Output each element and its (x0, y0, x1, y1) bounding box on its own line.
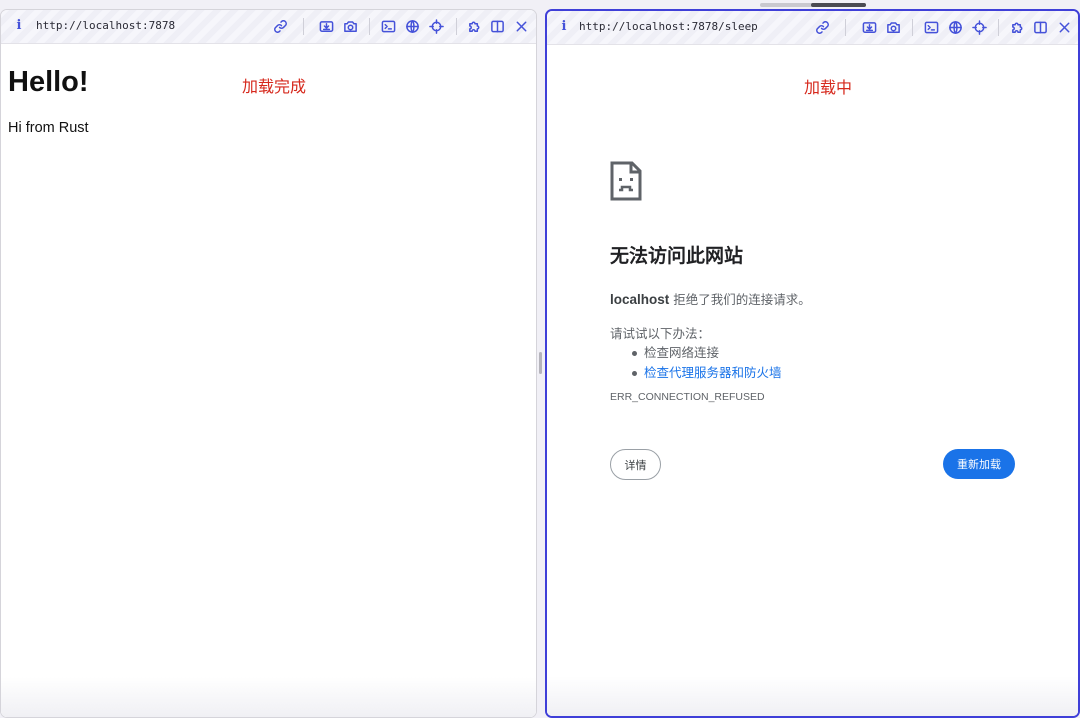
right-status-label: 加载中 (804, 78, 853, 97)
right-page-content: 加载中 无法访问此网站 localhost 拒绝了我们的连接请求。 请试试以下办… (547, 45, 1078, 716)
split-icon[interactable] (1031, 18, 1049, 36)
globe-icon[interactable] (946, 18, 964, 36)
suggestion-check-network: 检查网络连接 (632, 343, 782, 363)
error-title: 无法访问此网站 (610, 245, 744, 267)
link-icon[interactable] (813, 18, 831, 36)
try-heading: 请试试以下办法： (610, 326, 711, 341)
split-divider-handle[interactable] (539, 352, 542, 374)
right-toolbar: i http://localhost:7878/sleep (547, 11, 1078, 45)
error-code: ERR_CONNECTION_REFUSED (610, 391, 765, 403)
left-page-content: Hello! Hi from Rust 加载完成 (1, 44, 536, 717)
info-icon[interactable]: i (555, 18, 573, 36)
download-icon[interactable] (317, 17, 335, 35)
info-icon[interactable]: i (10, 17, 28, 35)
terminal-icon[interactable] (379, 17, 397, 35)
crosshair-icon[interactable] (970, 18, 988, 36)
left-status-label: 加载完成 (242, 77, 307, 96)
puzzle-icon[interactable] (465, 17, 483, 35)
download-icon[interactable] (860, 18, 878, 36)
split-icon[interactable] (488, 17, 506, 35)
link-icon[interactable] (271, 17, 289, 35)
camera-icon[interactable] (884, 18, 902, 36)
crosshair-icon[interactable] (427, 17, 445, 35)
close-icon[interactable] (512, 17, 530, 35)
suggestion-check-proxy-link[interactable]: 检查代理服务器和防火墙 (632, 363, 782, 383)
error-description: localhost 拒绝了我们的连接请求。 (610, 289, 811, 308)
error-host: localhost (610, 292, 670, 307)
page-heading: Hello! (8, 66, 89, 98)
puzzle-icon[interactable] (1008, 18, 1026, 36)
right-browser-pane: i http://localhost:7878/sleep 加载中 无法访问此网… (545, 9, 1080, 718)
globe-icon[interactable] (403, 17, 421, 35)
details-button[interactable]: 详情 (610, 449, 661, 480)
left-url-text[interactable]: http://localhost:7878 (36, 19, 175, 32)
close-icon[interactable] (1055, 18, 1073, 36)
suggestion-list: 检查网络连接 检查代理服务器和防火墙 (632, 343, 782, 383)
left-browser-pane: i http://localhost:7878 Hello! Hi from R… (0, 9, 537, 718)
reload-button[interactable]: 重新加载 (943, 449, 1015, 479)
error-description-text: 拒绝了我们的连接请求。 (669, 292, 811, 307)
camera-icon[interactable] (341, 17, 359, 35)
page-paragraph: Hi from Rust (8, 120, 89, 136)
sad-document-icon (610, 161, 642, 201)
terminal-icon[interactable] (922, 18, 940, 36)
left-toolbar: i http://localhost:7878 (1, 10, 536, 44)
window-drag-handle-active[interactable] (811, 3, 866, 7)
right-url-text[interactable]: http://localhost:7878/sleep (579, 20, 758, 33)
